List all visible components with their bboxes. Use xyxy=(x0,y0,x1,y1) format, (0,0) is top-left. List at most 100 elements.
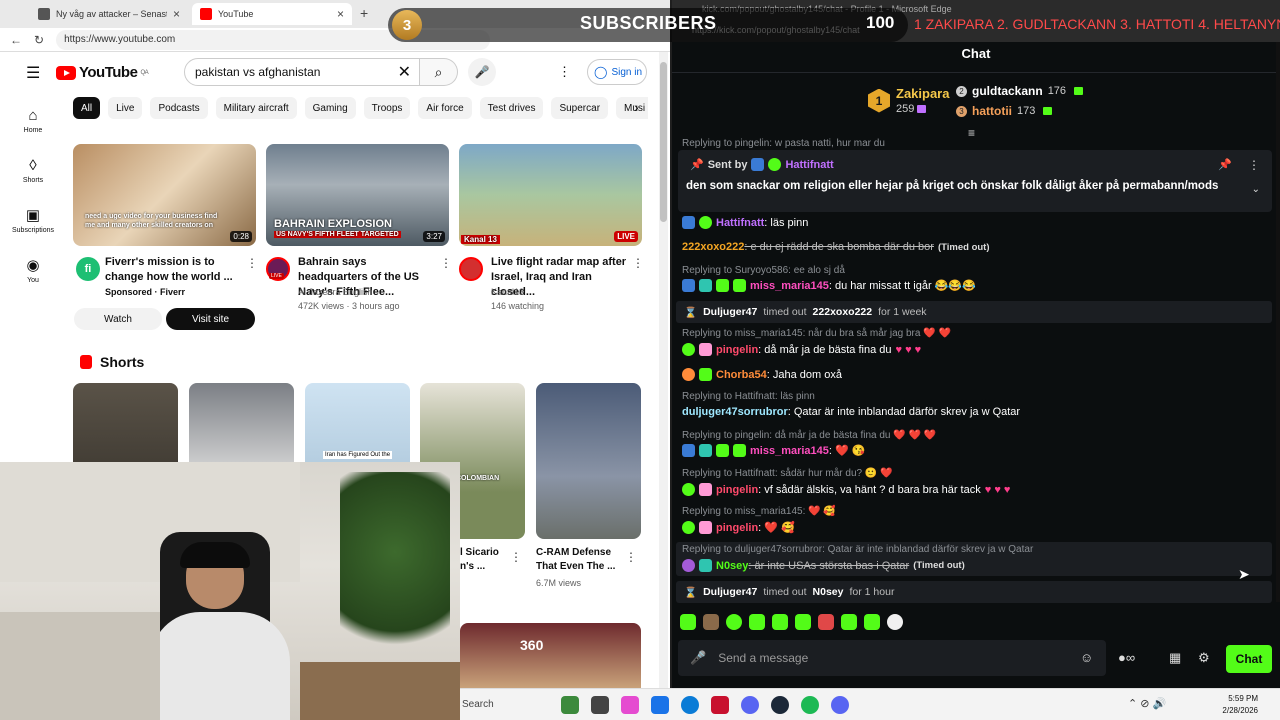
moderator-name[interactable]: Duljuger47 xyxy=(703,586,757,598)
guide-item-home[interactable]: ⌂ Home xyxy=(0,96,66,146)
chevron-right-icon[interactable]: › xyxy=(634,99,639,115)
chat-username[interactable]: pingelin xyxy=(716,522,758,534)
visit-site-button[interactable]: Visit site xyxy=(166,308,255,330)
unpin-icon[interactable]: 📌 xyxy=(1218,158,1232,171)
video-menu-icon[interactable]: ⋮ xyxy=(440,256,452,270)
emote-icon[interactable] xyxy=(726,614,742,630)
tab-news[interactable]: Ny våg av attacker – Senaste nytt × xyxy=(30,3,188,25)
clear-search-icon[interactable]: ✕ xyxy=(398,62,411,82)
tab-close-icon[interactable]: × xyxy=(173,7,180,21)
chat-username[interactable]: N0sey xyxy=(716,560,748,572)
refresh-icon[interactable]: ↻ xyxy=(34,33,44,47)
leaderboard-first[interactable]: 1 Zakipara 259 xyxy=(868,86,949,115)
chat-username[interactable]: miss_maria145 xyxy=(750,445,829,457)
tab-close-icon[interactable]: × xyxy=(337,7,344,21)
emote-icon[interactable] xyxy=(818,614,834,630)
scrollbar-thumb[interactable] xyxy=(660,62,667,222)
chat-username[interactable]: pingelin xyxy=(716,484,758,496)
chat-scrollbar[interactable] xyxy=(1276,42,1280,602)
chip[interactable]: Gaming xyxy=(304,97,356,119)
video-menu-icon[interactable]: ⋮ xyxy=(246,256,258,270)
chip[interactable]: Podcasts xyxy=(150,97,208,119)
short-title[interactable]: C-RAM Defense That Even The ... xyxy=(536,546,622,574)
video-thumbnail[interactable]: Kanal 13 LIVE xyxy=(459,144,642,246)
chat-message[interactable]: miss_maria145: ❤️ 😘 xyxy=(682,444,865,457)
emote-icon[interactable] xyxy=(680,614,696,630)
chat-username[interactable]: miss_maria145 xyxy=(750,280,829,292)
chat-username[interactable]: Chorba54 xyxy=(716,369,767,381)
chat-message[interactable]: Hattifnatt: läs pinn xyxy=(682,216,808,229)
chip[interactable]: Musi xyxy=(616,97,648,119)
chip[interactable]: Live xyxy=(108,97,143,119)
sign-in-button[interactable]: ◯ Sign in xyxy=(587,59,647,85)
chat-message[interactable]: pingelin: då mår ja de bästa fina du ♥ ♥… xyxy=(682,343,921,356)
more-options-icon[interactable]: ⋮ xyxy=(1248,158,1260,172)
chip[interactable]: Military aircraft xyxy=(215,97,297,119)
emote-icon[interactable] xyxy=(795,614,811,630)
chip[interactable]: Test drives xyxy=(479,97,544,119)
system-tray-icons[interactable]: ⌃ ⊘ 🔊 xyxy=(1128,697,1166,710)
emotes-icon[interactable]: ●∞ xyxy=(1118,650,1135,665)
chat-message[interactable]: 222xoxo222: e du ej rädd de ska bomba dä… xyxy=(682,241,990,253)
target-user[interactable]: 222xoxo222 xyxy=(813,306,873,318)
guide-item-subscriptions[interactable]: ▣ Subscriptions xyxy=(0,196,66,246)
chat-message[interactable]: Chorba54: Jaha dom oxå xyxy=(682,368,842,381)
chevron-down-icon[interactable]: ⌄ xyxy=(1252,184,1260,195)
pinned-message[interactable]: 📌 Sent by Hattifnatt 📌 ⋮ ⌄ den som snack… xyxy=(678,150,1272,212)
emote-icon[interactable] xyxy=(772,614,788,630)
app-icon[interactable] xyxy=(621,695,639,714)
gift-icon[interactable]: ▦ xyxy=(1169,650,1181,666)
chat-message[interactable]: miss_maria145: du har missat tt igår 😂😂😂 xyxy=(682,279,976,292)
video-channel[interactable]: Al Jazeera English xyxy=(298,287,373,297)
new-tab-icon[interactable]: + xyxy=(360,5,368,21)
discord-icon[interactable] xyxy=(831,695,849,714)
pinned-user[interactable]: Hattifnatt xyxy=(785,159,833,171)
chat-message[interactable]: pingelin: vf sådär älskis, va hänt ? d b… xyxy=(682,483,1010,496)
leaderboard-third[interactable]: 3 hattotii 173 xyxy=(956,104,1053,118)
tab-youtube[interactable]: YouTube × xyxy=(192,3,352,25)
chip[interactable]: Air force xyxy=(418,97,472,119)
chat-message[interactable]: pingelin: ❤️ 🥰 xyxy=(682,521,795,534)
short-title[interactable]: l Sicario n's ... xyxy=(460,546,512,574)
collapse-icon[interactable]: ≡ xyxy=(968,126,975,140)
leaderboard-second[interactable]: 2 guldtackann 176 xyxy=(956,84,1084,98)
discord-icon[interactable] xyxy=(741,695,759,714)
video-thumbnail[interactable]: BAHRAIN EXPLOSION US NAVY'S FIFTH FLEET … xyxy=(266,144,449,246)
app-icon[interactable] xyxy=(711,695,729,714)
guide-item-you[interactable]: ◉ You xyxy=(0,246,66,296)
back-icon[interactable]: ← xyxy=(10,33,22,47)
target-user[interactable]: N0sey xyxy=(813,586,844,598)
short-menu-icon[interactable]: ⋮ xyxy=(625,550,637,564)
chat-username[interactable]: Hattifnatt xyxy=(716,217,764,229)
menu-icon[interactable]: ☰ xyxy=(26,63,40,83)
emoji-picker-icon[interactable]: ☺ xyxy=(1080,650,1093,665)
video-thumbnail[interactable]: need a ugc video for your business find … xyxy=(73,144,256,246)
chat-message[interactable]: N0sey: är inte USAs största bas i Qatar … xyxy=(682,559,965,572)
video-thumbnail[interactable]: 360 xyxy=(460,623,641,688)
send-chat-button[interactable]: Chat xyxy=(1226,645,1272,673)
guide-item-shorts[interactable]: ◊ Shorts xyxy=(0,146,66,196)
chat-username[interactable]: 222xoxo222 xyxy=(682,241,744,253)
steam-icon[interactable] xyxy=(771,695,789,714)
settings-gear-icon[interactable]: ⚙ xyxy=(1198,650,1210,666)
chip[interactable]: Troops xyxy=(363,97,411,119)
search-input[interactable]: pakistan vs afghanistan ✕ xyxy=(184,58,420,86)
chat-username[interactable]: pingelin xyxy=(716,344,758,356)
taskbar-clock[interactable]: 5:59 PM 2/28/2026 xyxy=(1222,693,1258,717)
short-menu-icon[interactable]: ⋮ xyxy=(510,550,522,564)
chat-input[interactable]: 🎤 Send a message xyxy=(678,640,1106,676)
video-title[interactable]: Fiverr's mission is to change how the wo… xyxy=(105,255,245,285)
moderator-name[interactable]: Duljuger47 xyxy=(703,306,757,318)
spotify-icon[interactable] xyxy=(801,695,819,714)
search-button[interactable]: ⌕ xyxy=(420,58,458,86)
emote-icon[interactable] xyxy=(864,614,880,630)
emote-icon[interactable] xyxy=(841,614,857,630)
video-menu-icon[interactable]: ⋮ xyxy=(632,256,644,270)
emote-icon[interactable] xyxy=(887,614,903,630)
more-options-icon[interactable]: ⋮ xyxy=(558,64,571,80)
voice-search-button[interactable]: 🎤 xyxy=(468,58,496,86)
mic-icon[interactable]: 🎤 xyxy=(690,650,706,666)
video-channel[interactable]: Sponsored · Fiverr xyxy=(105,287,185,297)
edge-icon[interactable] xyxy=(681,695,699,714)
chip[interactable]: All xyxy=(73,97,101,119)
